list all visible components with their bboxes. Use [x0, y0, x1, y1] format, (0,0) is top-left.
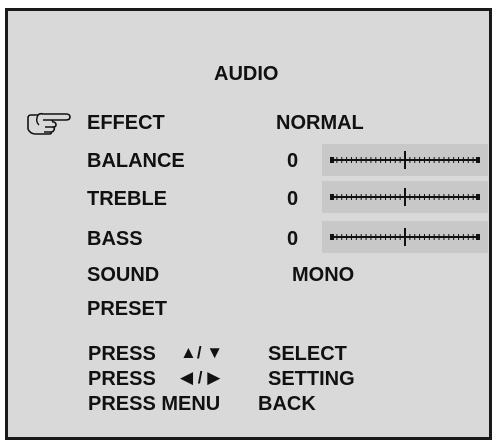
left-right-keys-icon: ◀ / ▶ [180, 368, 221, 387]
help-line-select: PRESS ▲/ ▼ SELECT [88, 343, 347, 365]
menu-item-balance[interactable]: BALANCE [87, 151, 185, 171]
treble-slider-track [330, 188, 480, 206]
balance-slider-track [330, 151, 480, 169]
menu-item-effect[interactable]: EFFECT [87, 113, 165, 133]
effect-value[interactable]: NORMAL [276, 113, 364, 133]
help-action-back: BACK [258, 393, 316, 415]
help-line-setting: PRESS ◀ / ▶ SETTING [88, 368, 355, 390]
menu-item-sound[interactable]: SOUND [87, 265, 159, 285]
help-line-back: PRESS MENU BACK [88, 393, 316, 415]
sound-value[interactable]: MONO [292, 265, 354, 285]
menu-title: AUDIO [214, 63, 279, 85]
pointing-hand-icon [27, 112, 71, 135]
help-action-select: SELECT [268, 343, 347, 365]
menu-item-preset[interactable]: PRESET [87, 299, 167, 319]
up-down-keys-icon: ▲/ ▼ [180, 343, 224, 362]
help-prefix: PRESS [88, 368, 156, 390]
bass-slider-track [330, 228, 480, 246]
menu-item-bass[interactable]: BASS [87, 229, 143, 249]
treble-value: 0 [287, 188, 299, 210]
help-prefix: PRESS MENU [88, 393, 221, 415]
treble-slider[interactable] [322, 181, 488, 213]
balance-slider[interactable] [322, 144, 488, 176]
help-prefix: PRESS [88, 343, 156, 365]
menu-item-treble[interactable]: TREBLE [87, 189, 167, 209]
balance-value: 0 [287, 150, 299, 172]
help-action-setting: SETTING [268, 368, 355, 390]
bass-slider[interactable] [322, 221, 488, 253]
bass-value: 0 [287, 228, 299, 250]
